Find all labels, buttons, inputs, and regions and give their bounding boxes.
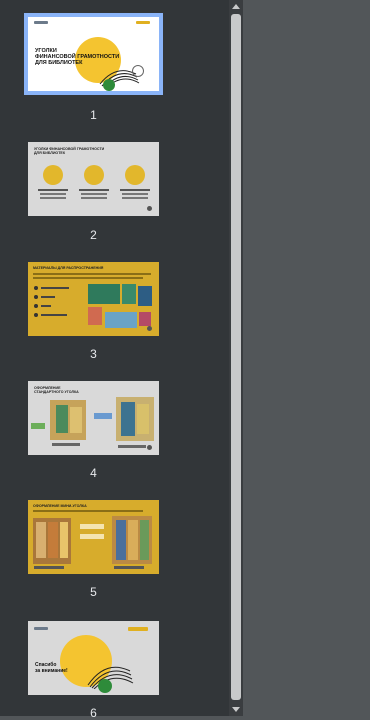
slide-title-line: ОФОРМЛЕНИЕ МИНИ-УГОЛКА bbox=[33, 504, 87, 508]
thumbnail-sidebar: УГОЛКИ ФИНАНСОВОЙ ГРАМОТНОСТИ ДЛЯ БИБЛИО… bbox=[0, 0, 229, 720]
slide-footer-icon bbox=[147, 326, 152, 331]
scroll-up-arrow-icon[interactable] bbox=[232, 4, 240, 9]
slide-title-line: за внимание! bbox=[35, 667, 68, 674]
scroll-down-arrow-icon[interactable] bbox=[232, 707, 240, 712]
page-thumbnail-3[interactable]: МАТЕРИАЛЫ ДЛЯ РАСПРОСТРАНЕНИЯ bbox=[28, 262, 159, 336]
page-number-label: 3 bbox=[90, 347, 97, 361]
slide-title-line: МАТЕРИАЛЫ ДЛЯ РАСПРОСТРАНЕНИЯ bbox=[33, 266, 104, 270]
brochure-image bbox=[88, 307, 102, 325]
page-number-label: 2 bbox=[90, 228, 97, 242]
page-number-label: 1 bbox=[90, 108, 97, 122]
partner-logo bbox=[136, 21, 150, 24]
page-number-label: 4 bbox=[90, 466, 97, 480]
page-thumbnail-2[interactable]: УГОЛКИ ФИНАНСОВОЙ ГРАМОТНОСТИ ДЛЯ БИБЛИО… bbox=[28, 142, 159, 216]
page-thumbnail-6[interactable]: Спасибо за внимание! bbox=[28, 621, 159, 695]
photo-circle-icon bbox=[43, 165, 63, 185]
info-label bbox=[80, 534, 104, 539]
logo-mark bbox=[34, 21, 48, 24]
brochure-image bbox=[122, 284, 136, 304]
sun-icon bbox=[125, 165, 145, 185]
logo-mark bbox=[34, 627, 48, 630]
page-thumbnail-4[interactable]: ОФОРМЛЕНИЕ СТАНДАРТНОГО УГОЛКА bbox=[28, 381, 159, 455]
slide-footer-icon bbox=[147, 206, 152, 211]
slide-title-line: ДЛЯ БИБЛИОТЕК bbox=[34, 151, 66, 155]
page-thumbnail-5[interactable]: ОФОРМЛЕНИЕ МИНИ-УГОЛКА bbox=[28, 500, 159, 574]
arrow-icon bbox=[31, 423, 45, 429]
slide-title-line: СТАНДАРТНОГО УГОЛКА bbox=[34, 390, 79, 394]
green-circle bbox=[103, 79, 115, 91]
page-number-label: 6 bbox=[90, 706, 97, 720]
page-number-label: 5 bbox=[90, 585, 97, 599]
green-circle bbox=[98, 679, 112, 693]
arrow-icon bbox=[94, 413, 112, 419]
sidebar-scrollbar[interactable] bbox=[229, 0, 243, 716]
brochure-image bbox=[88, 284, 120, 304]
page-thumbnail-1[interactable]: УГОЛКИ ФИНАНСОВОЙ ГРАМОТНОСТИ ДЛЯ БИБЛИО… bbox=[24, 13, 163, 95]
target-circle-icon bbox=[132, 65, 144, 77]
slide-title-line: ДЛЯ БИБЛИОТЕК bbox=[35, 60, 83, 66]
partner-logo bbox=[128, 627, 148, 631]
slide-footer-icon bbox=[147, 445, 152, 450]
scrollbar-thumb[interactable] bbox=[231, 14, 241, 700]
brochure-image bbox=[105, 312, 137, 328]
brochure-image bbox=[139, 312, 151, 326]
info-label bbox=[80, 524, 104, 529]
lightbulb-icon bbox=[84, 165, 104, 185]
document-viewer-area[interactable] bbox=[243, 0, 370, 716]
brochure-image bbox=[138, 286, 152, 306]
